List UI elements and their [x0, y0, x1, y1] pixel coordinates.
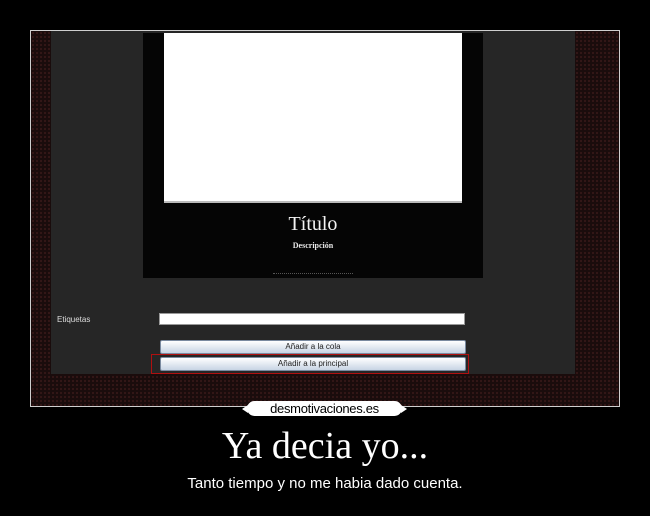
add-to-main-button[interactable]: Añadir a la principal — [160, 357, 466, 371]
tags-label: Etiquetas — [57, 315, 91, 324]
poster-preview: Título Descripción — [143, 33, 483, 278]
preview-url-line — [273, 273, 353, 275]
preview-image-area — [164, 33, 462, 203]
site-logo: desmotivaciones.es — [242, 401, 407, 416]
upload-panel: Título Descripción Etiquetas Añadir a la… — [51, 31, 575, 374]
preview-description: Descripción — [292, 241, 334, 250]
preview-title: Título — [288, 213, 338, 235]
tags-input[interactable] — [159, 313, 465, 325]
poster-headline: Ya decia yo... — [221, 425, 429, 467]
add-to-queue-button[interactable]: Añadir a la cola — [160, 340, 466, 354]
screenshot-frame: Título Descripción Etiquetas Añadir a la… — [30, 30, 620, 407]
poster-caption: Tanto tiempo y no me habia dado cuenta. — [187, 475, 463, 492]
